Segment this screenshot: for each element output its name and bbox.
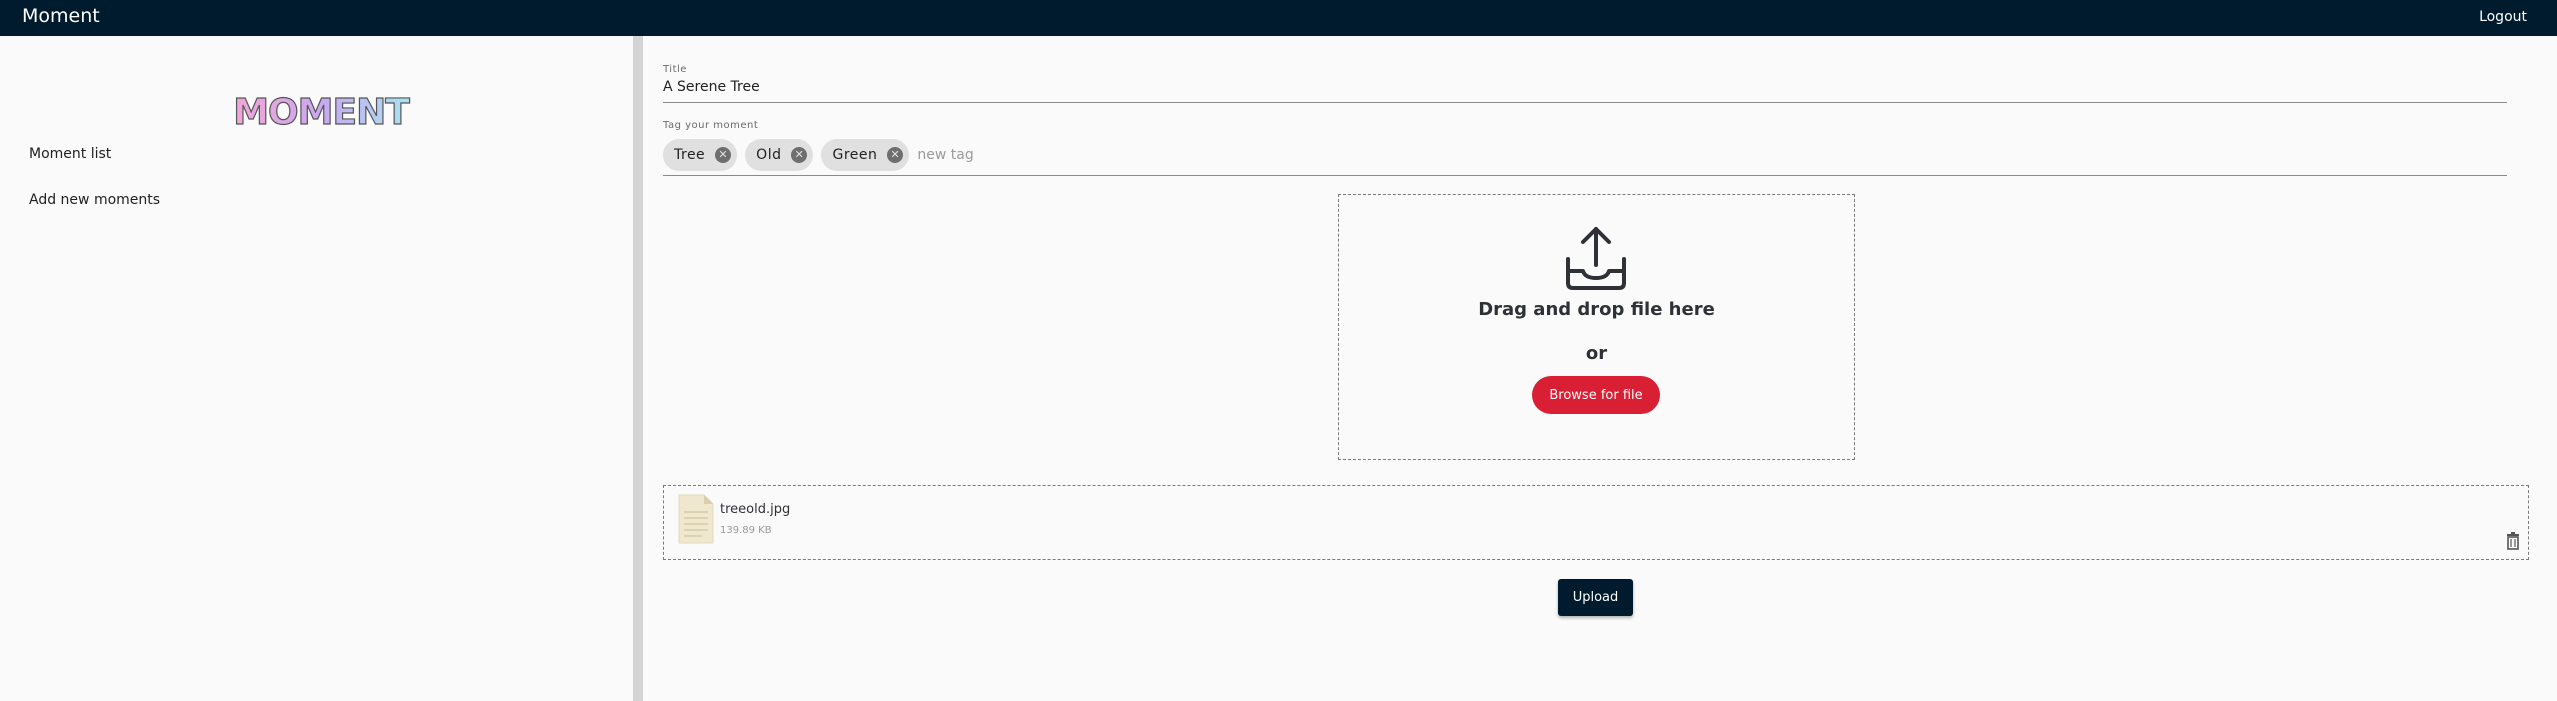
tag-chip-label: Tree (674, 147, 706, 163)
upload-tray-icon (1566, 227, 1626, 290)
sidebar-item-add-new-moments[interactable]: Add new moments (29, 191, 160, 209)
tag-chip[interactable]: Green ✕ (821, 139, 910, 171)
moment-logo: MOMENT (233, 91, 412, 132)
app-title: Moment (22, 5, 100, 27)
sidebar-item-moment-list[interactable]: Moment list (29, 145, 111, 163)
logo-text: MOMENT (233, 92, 410, 132)
remove-tag-icon[interactable]: ✕ (791, 147, 808, 163)
dropzone-drag-text: Drag and drop file here (1478, 299, 1715, 320)
tag-chip[interactable]: Tree ✕ (663, 139, 738, 171)
dropzone-or-text: or (1585, 343, 1608, 364)
sidebar: MOMENT Moment list Add new moments (0, 36, 633, 701)
title-field-label: Title (663, 64, 687, 75)
upload-button[interactable]: Upload (1558, 579, 1633, 616)
logout-button[interactable]: Logout (2479, 8, 2527, 26)
remove-tag-icon[interactable]: ✕ (715, 147, 732, 163)
tag-chip-label: Green (832, 147, 878, 163)
file-name: treeold.jpg (720, 502, 791, 517)
sidebar-divider[interactable] (633, 36, 643, 701)
title-field[interactable]: A Serene Tree (663, 79, 760, 95)
tag-chip-label: Old (756, 147, 782, 163)
remove-tag-icon[interactable]: ✕ (887, 147, 904, 163)
main-content: Title A Serene Tree Tag your moment Tree… (643, 36, 2557, 701)
document-icon (678, 494, 714, 544)
tag-field-underline (663, 175, 2507, 176)
file-size: 139.89 KB (720, 525, 772, 536)
file-dropzone[interactable]: Drag and drop file here or Browse for fi… (1338, 194, 1855, 460)
tag-field-label: Tag your moment (663, 120, 759, 131)
title-field-underline (663, 102, 2507, 103)
new-tag-input[interactable] (917, 147, 1118, 163)
tag-list: Tree ✕ Old ✕ Green ✕ (663, 139, 1118, 171)
top-app-bar: Moment Logout (0, 0, 2557, 36)
selected-file-item: treeold.jpg 139.89 KB (663, 485, 2529, 560)
tag-chip[interactable]: Old ✕ (745, 139, 814, 171)
delete-file-icon[interactable] (2506, 532, 2520, 550)
browse-file-button[interactable]: Browse for file (1532, 376, 1660, 414)
